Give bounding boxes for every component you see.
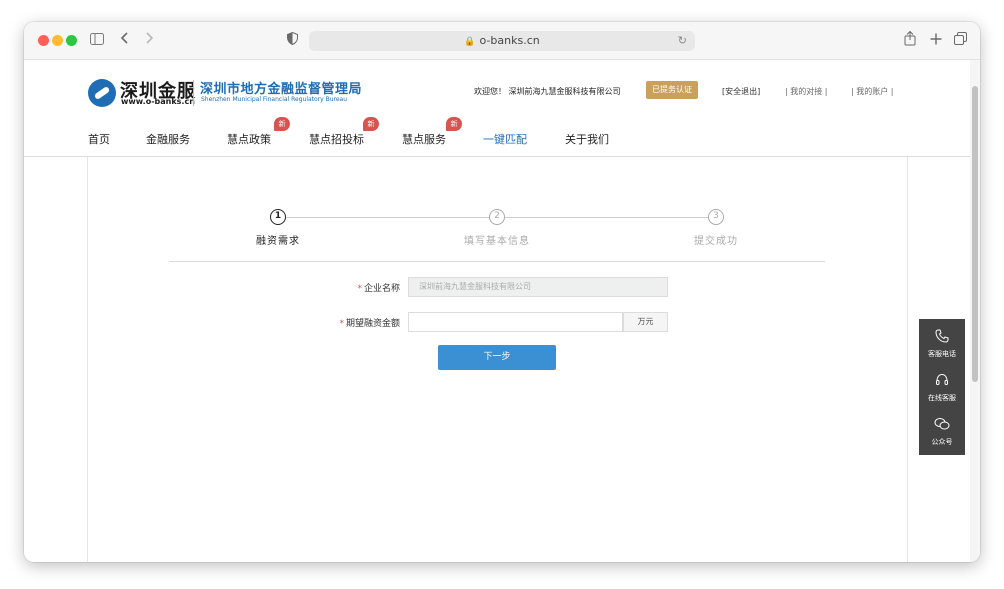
new-badge: 新 [446, 117, 462, 131]
nav-bidding[interactable]: 慧点招投标 [309, 131, 364, 147]
step-1-indicator: 1 [270, 209, 286, 225]
company-name-label: * 企业名称 [357, 284, 400, 294]
nav-about-us[interactable]: 关于我们 [565, 131, 609, 147]
step-connector [286, 217, 494, 218]
nav-home[interactable]: 首页 [88, 131, 110, 147]
close-window-button[interactable] [38, 35, 49, 46]
share-icon[interactable] [904, 30, 916, 50]
step-2-indicator: 2 [489, 209, 505, 225]
step-3-label: 提交成功 [694, 236, 738, 247]
back-icon[interactable] [120, 31, 130, 49]
web-page: 深圳金服 www.o-banks.cn 深圳市地方金融监督管理局 Shenzhe… [24, 60, 980, 562]
minimize-window-button[interactable] [52, 35, 63, 46]
content-border-right [907, 157, 908, 562]
site-header: 深圳金服 www.o-banks.cn 深圳市地方金融监督管理局 Shenzhe… [24, 60, 970, 157]
bureau-name: 深圳市地方金融监督管理局 [200, 82, 363, 97]
wechat-account-button[interactable]: 公众号 [919, 417, 965, 447]
my-match-link[interactable]: | 我的对接 | [785, 86, 828, 97]
new-badge: 新 [274, 117, 290, 131]
company-name-field: 深圳前海九慧金服科技有限公司 [408, 277, 668, 297]
step-connector [505, 217, 709, 218]
browser-window: 🔒 o-banks.cn ↻ 深圳金服 www.o-banks.cn 深圳市地方金… [24, 22, 980, 562]
new-tab-icon[interactable] [930, 31, 942, 49]
step-1-label: 融资需求 [256, 236, 300, 247]
steps-divider [169, 261, 825, 262]
tabs-icon[interactable] [954, 31, 967, 49]
my-match-label: 我的对接 [790, 87, 823, 96]
address-bar[interactable]: 🔒 o-banks.cn ↻ [309, 31, 695, 51]
nav-service[interactable]: 慧点服务 [402, 131, 446, 147]
floating-service-panel: 客服电话 在线客服 公众号 [919, 319, 965, 455]
my-account-label: 我的账户 [856, 87, 889, 96]
headset-icon [919, 373, 965, 391]
financing-amount-input[interactable] [408, 312, 623, 332]
shield-icon[interactable] [287, 31, 298, 49]
reload-icon[interactable]: ↻ [678, 31, 687, 51]
vertical-scrollbar[interactable] [970, 60, 980, 562]
scrollbar-thumb[interactable] [972, 86, 978, 382]
next-step-button[interactable]: 下一步 [438, 345, 556, 370]
url-text: o-banks.cn [479, 34, 540, 47]
financing-amount-label: * 期望融资金额 [339, 319, 400, 329]
sidebar-icon[interactable] [90, 31, 104, 49]
nav-finance-services[interactable]: 金融服务 [146, 131, 190, 147]
logout-link[interactable]: [安全退出] [722, 86, 760, 97]
zoom-window-button[interactable] [66, 35, 77, 46]
step-2-label: 填写基本信息 [464, 236, 530, 247]
lock-icon: 🔒 [464, 37, 476, 47]
logo-url: www.o-banks.cn [121, 97, 195, 106]
site-logo-icon[interactable] [88, 79, 116, 107]
nav-one-click-match[interactable]: 一键匹配 [483, 131, 527, 147]
welcome-text: 欢迎您！ 深圳前海九慧金服科技有限公司 [474, 87, 621, 96]
new-badge: 新 [363, 117, 379, 131]
step-3-indicator: 3 [708, 209, 724, 225]
my-account-link[interactable]: | 我的账户 | [851, 86, 894, 97]
nav-policy[interactable]: 慧点政策 [227, 131, 271, 147]
content-border-left [87, 157, 88, 562]
verified-badge[interactable]: 已提务认证 [646, 81, 698, 99]
online-service-button[interactable]: 在线客服 [919, 373, 965, 403]
browser-toolbar: 🔒 o-banks.cn ↻ [24, 22, 980, 60]
phone-icon [919, 329, 965, 347]
amount-unit: 万元 [623, 312, 668, 332]
customer-phone-button[interactable]: 客服电话 [919, 329, 965, 359]
bureau-english-name: Shenzhen Municipal Financial Regulatory … [201, 96, 348, 103]
forward-icon[interactable] [144, 31, 154, 49]
wechat-icon [919, 417, 965, 435]
logo-divider [193, 80, 194, 106]
